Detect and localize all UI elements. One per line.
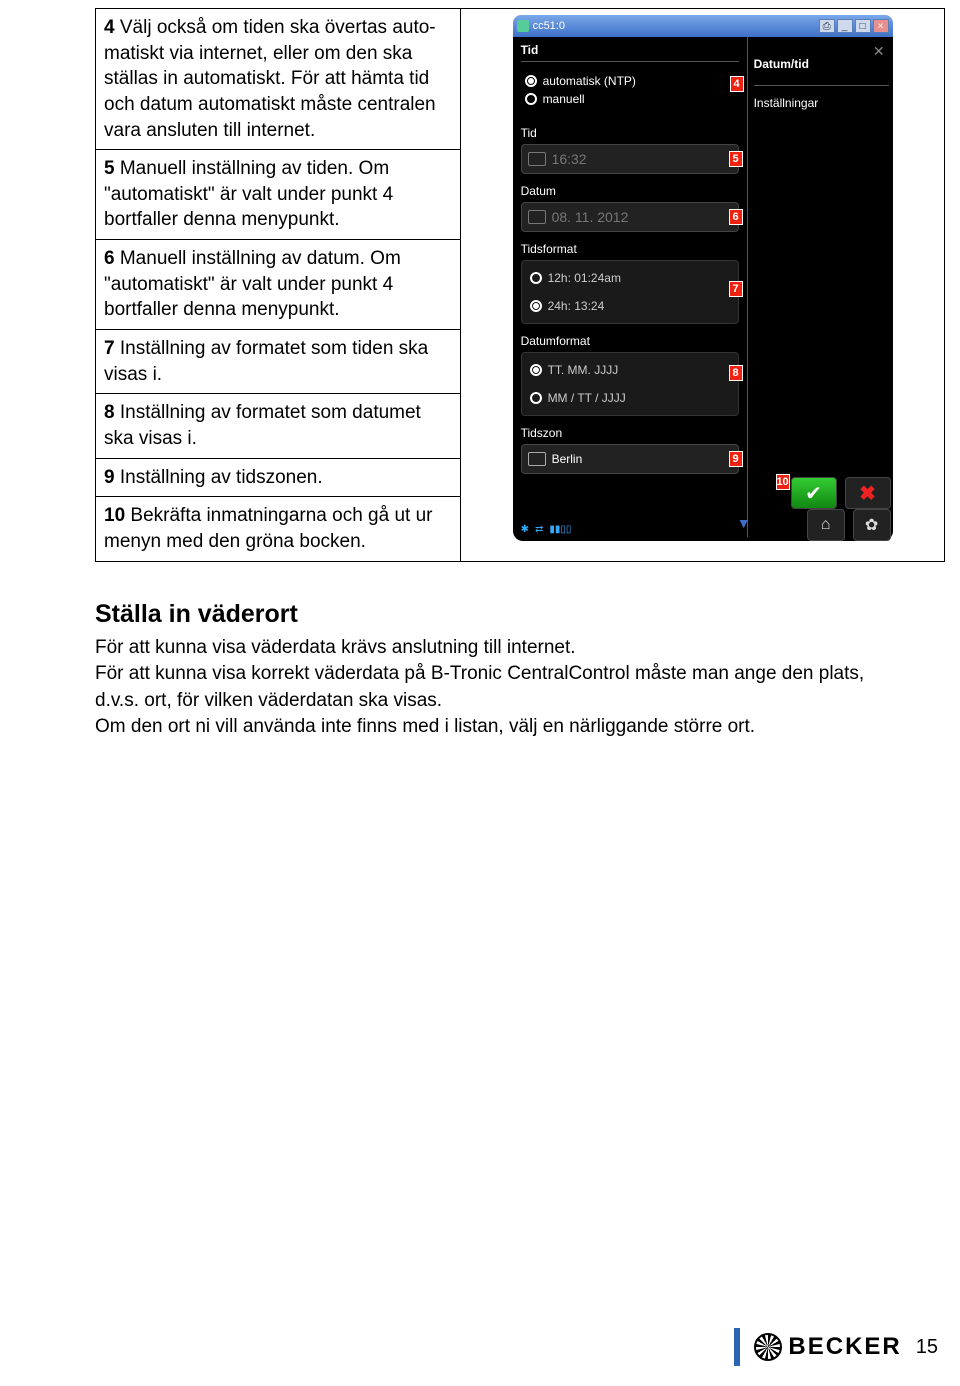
- radio-icon: [530, 300, 542, 312]
- dateformat-group: TT. MM. JJJJ MM / TT / JJJJ 8: [521, 352, 739, 416]
- radio-icon: [525, 93, 537, 105]
- home-button[interactable]: ⌂: [807, 509, 845, 541]
- radio-automatic[interactable]: automatisk (NTP): [525, 74, 739, 88]
- section-tid: Tid: [521, 43, 739, 62]
- date-input[interactable]: 08. 11. 2012 6: [521, 202, 739, 232]
- keyboard-icon: [528, 452, 546, 466]
- callout-5: 5: [729, 151, 743, 167]
- settings-icon: ✕: [873, 43, 885, 59]
- page-number: 15: [916, 1336, 938, 1359]
- confirm-button[interactable]: ✔ 10: [791, 477, 837, 509]
- gear-icon: ✿: [865, 515, 878, 535]
- radio-icon: [530, 392, 542, 404]
- keyboard-icon: [528, 210, 546, 224]
- signal-icon: ▮▮▯▯: [549, 524, 571, 535]
- radio-icon: [530, 272, 542, 284]
- close-icon: ✖: [859, 481, 876, 506]
- callout-8: 8: [729, 365, 743, 381]
- close-button[interactable]: ×: [873, 19, 889, 33]
- radio-manual[interactable]: manuell: [525, 92, 739, 106]
- device-left-panel: Tid automatisk (NTP) manuell 4 Tid: [513, 37, 748, 537]
- breadcrumb: Inställningar: [754, 96, 889, 110]
- status-icon: ⇄: [535, 524, 543, 535]
- timeformat-group: 12h: 01:24am 24h: 13:24 7: [521, 260, 739, 324]
- radio-icon: [525, 75, 537, 87]
- step-9: 9 Inställning av tidszonen.: [96, 459, 460, 498]
- callout-10: 10: [776, 474, 790, 490]
- section-body: För att kunna visa väderdata krävs anslu…: [95, 635, 895, 741]
- weather-section: Ställa in väderort För att kunna visa vä…: [95, 600, 895, 741]
- callout-9: 9: [729, 451, 743, 467]
- pinwheel-icon: [754, 1333, 782, 1361]
- check-icon: ✔: [805, 481, 822, 506]
- step-8: 8 Inställning av formatet som datumet sk…: [96, 394, 460, 458]
- keyboard-icon: [528, 152, 546, 166]
- brand-logo: BECKER: [754, 1333, 901, 1361]
- section-tidszon: Tidszon: [521, 426, 739, 440]
- step-10: 10 Bekräfta inmatningarna och gå ut ur m…: [96, 497, 460, 560]
- radio-df1[interactable]: TT. MM. JJJJ: [530, 363, 730, 377]
- device-right-panel: ✕ Datum/tid Inställningar ✔ 10 ✖: [748, 37, 893, 537]
- radio-icon: [530, 364, 542, 376]
- callout-6: 6: [729, 209, 743, 225]
- section-tidsformat: Tidsformat: [521, 242, 739, 256]
- page-title: Datum/tid: [754, 57, 889, 86]
- steps-column: 4 Välj också om tiden ska övertas auto­m…: [96, 9, 460, 561]
- status-bar: ✱ ⇄ ▮▮▯▯: [521, 524, 572, 535]
- device-frame: cc51:0 ⎙ _ □ × Tid automatisk (NTP): [513, 15, 893, 541]
- callout-4: 4: [730, 76, 744, 92]
- section-heading: Ställa in väderort: [95, 600, 895, 629]
- minimize-button[interactable]: _: [837, 19, 853, 33]
- radio-12h[interactable]: 12h: 01:24am: [530, 271, 730, 285]
- step-4: 4 Välj också om tiden ska övertas auto­m…: [96, 9, 460, 150]
- cancel-button[interactable]: ✖: [845, 477, 891, 509]
- timezone-input[interactable]: Berlin 9: [521, 444, 739, 474]
- time-mode-group: automatisk (NTP) manuell 4: [521, 68, 739, 116]
- step-6: 6 Manuell inställning av datum. Om "auto…: [96, 240, 460, 330]
- footer-accent: [734, 1328, 740, 1366]
- step-7: 7 Inställning av formatet som tiden ska …: [96, 330, 460, 394]
- window-titlebar: cc51:0 ⎙ _ □ ×: [513, 15, 893, 37]
- step-5: 5 Manuell inställning av tiden. Om "auto…: [96, 150, 460, 240]
- window-title: cc51:0: [533, 20, 565, 32]
- section-tid2: Tid: [521, 126, 739, 140]
- app-icon: [517, 20, 529, 32]
- page-footer: BECKER 15: [734, 1328, 938, 1366]
- status-icon: ✱: [521, 524, 529, 535]
- menu-button[interactable]: ✿: [853, 509, 891, 541]
- callout-7: 7: [729, 281, 743, 297]
- print-icon[interactable]: ⎙: [819, 19, 835, 33]
- radio-24h[interactable]: 24h: 13:24: [530, 299, 730, 313]
- maximize-button[interactable]: □: [855, 19, 871, 33]
- device-body: Tid automatisk (NTP) manuell 4 Tid: [513, 37, 893, 537]
- radio-df2[interactable]: MM / TT / JJJJ: [530, 391, 730, 405]
- screenshot-column: cc51:0 ⎙ _ □ × Tid automatisk (NTP): [460, 9, 944, 561]
- main-layout: 4 Välj också om tiden ska övertas auto­m…: [95, 8, 945, 562]
- brand-text: BECKER: [788, 1333, 901, 1361]
- section-datumformat: Datumformat: [521, 334, 739, 348]
- time-input[interactable]: 16:32 5: [521, 144, 739, 174]
- section-datum: Datum: [521, 184, 739, 198]
- home-icon: ⌂: [821, 516, 831, 534]
